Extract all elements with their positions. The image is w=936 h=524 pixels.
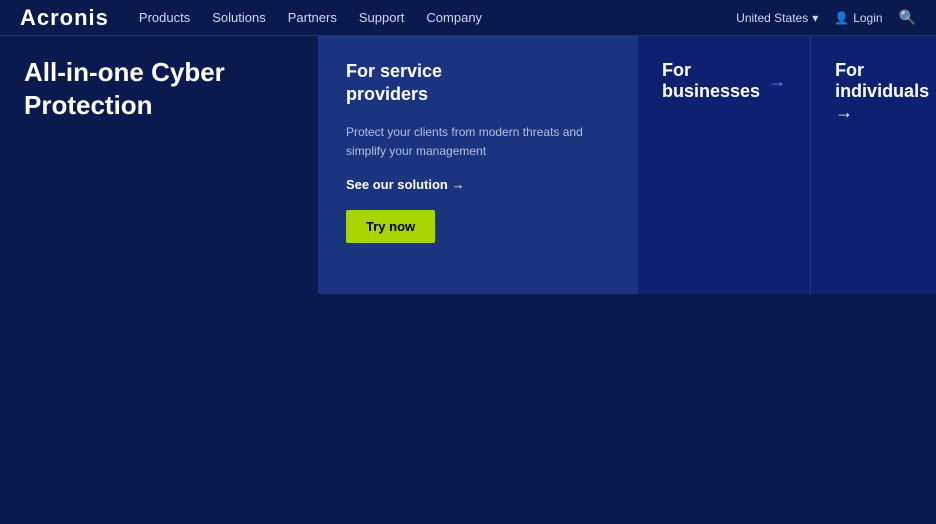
hero-title: All-in-one Cyber Protection (24, 56, 294, 121)
for-individuals-section[interactable]: For individuals → (811, 36, 936, 294)
search-button[interactable]: 🔍 (899, 9, 916, 26)
header: Acronis Products Solutions Partners Supp… (0, 0, 936, 36)
nav-partners[interactable]: Partners (288, 10, 337, 25)
chevron-down-icon: ▾ (812, 11, 818, 25)
nav-solutions[interactable]: Solutions (212, 10, 265, 25)
search-icon: 🔍 (899, 9, 916, 25)
region-label: United States (736, 11, 808, 25)
businesses-title: Forbusinesses → (662, 60, 786, 102)
for-businesses-section[interactable]: Forbusinesses → (638, 36, 811, 294)
logo: Acronis (20, 5, 109, 31)
dropdown-menu: For serviceproviders Protect your client… (318, 36, 936, 294)
businesses-arrow-icon: → (768, 71, 786, 92)
nav-support[interactable]: Support (359, 10, 405, 25)
region-selector[interactable]: United States ▾ (736, 11, 818, 25)
see-solution-link[interactable]: See our solution → (346, 177, 610, 192)
individuals-label: For individuals → (835, 60, 929, 123)
service-providers-desc: Protect your clients from modern threats… (346, 123, 610, 161)
service-providers-title: For serviceproviders (346, 60, 610, 107)
left-panel: All-in-one Cyber Protection (0, 36, 318, 266)
try-now-button[interactable]: Try now (346, 210, 435, 243)
nav-products[interactable]: Products (139, 10, 190, 25)
businesses-label: Forbusinesses (662, 60, 760, 102)
login-label: Login (853, 11, 882, 25)
nav: Products Solutions Partners Support Comp… (139, 10, 736, 25)
login-button[interactable]: 👤 Login (834, 11, 882, 25)
nav-company[interactable]: Company (426, 10, 482, 25)
individuals-title: For individuals → (835, 60, 929, 123)
header-right: United States ▾ 👤 Login 🔍 (736, 9, 916, 26)
for-service-providers-section: For serviceproviders Protect your client… (318, 36, 638, 294)
user-icon: 👤 (834, 11, 849, 25)
